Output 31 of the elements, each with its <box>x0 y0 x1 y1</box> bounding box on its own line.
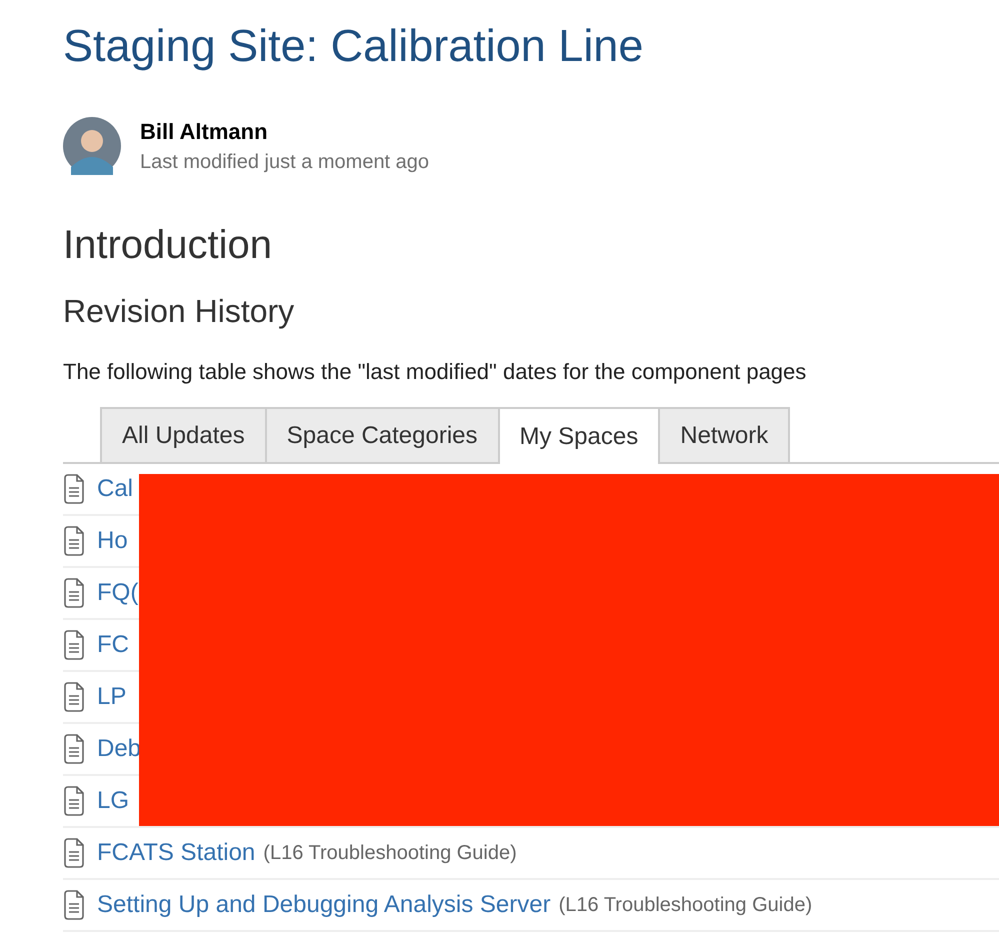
page-link[interactable]: LP <box>97 683 126 711</box>
intro-paragraph: The following table shows the "last modified" dates for the component pages <box>63 359 808 385</box>
section-subheading: Revision History <box>63 292 296 331</box>
document-icon <box>63 682 85 712</box>
section-heading: Introduction <box>63 222 274 269</box>
document-icon <box>63 786 85 816</box>
page-link[interactable]: Setting Up and Debugging Analysis Server <box>97 891 551 919</box>
tab[interactable]: Space Categories <box>264 407 500 462</box>
document-icon <box>63 526 85 556</box>
page-link[interactable]: FC <box>97 631 129 659</box>
modified-text: Last modified just a moment ago <box>140 150 430 174</box>
page-link[interactable]: Cal <box>97 475 134 503</box>
document-icon <box>63 630 85 660</box>
page-title: Staging Site: Calibration Line <box>63 19 644 73</box>
page-link[interactable]: FCATS Station <box>97 839 256 867</box>
tab[interactable]: My Spaces <box>498 407 660 464</box>
document-icon <box>63 734 85 764</box>
space-name: (L16 Troubleshooting Guide) <box>558 894 812 916</box>
page-link[interactable]: Ho <box>97 527 128 555</box>
document-icon <box>63 838 85 868</box>
document-icon <box>63 578 85 608</box>
document-icon <box>63 474 85 504</box>
page-link[interactable]: LG <box>97 787 130 815</box>
tab[interactable]: All Updates <box>100 407 267 462</box>
avatar-icon <box>63 117 121 175</box>
page-link[interactable]: Deb <box>97 735 142 763</box>
space-name: (L16 Troubleshooting Guide) <box>263 842 517 864</box>
page-link[interactable]: FQ( <box>97 579 138 607</box>
author-name[interactable]: Bill Altmann <box>140 118 430 144</box>
tab[interactable]: Network <box>658 407 790 462</box>
document-icon <box>63 890 85 920</box>
